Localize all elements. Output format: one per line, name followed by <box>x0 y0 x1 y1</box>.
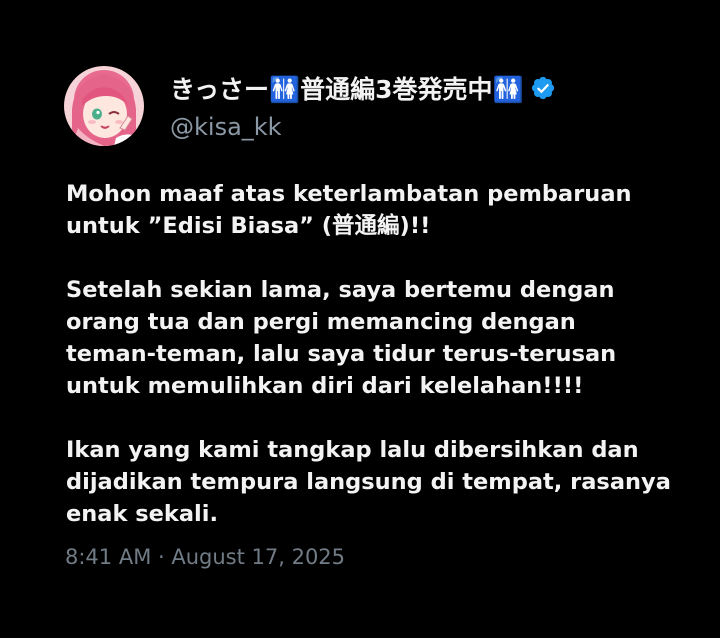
post-timestamp[interactable]: 8:41 AM · August 17, 2025 <box>65 545 345 569</box>
text-line: untuk memulihkan diri dari kelelahan!!!! <box>66 373 584 399</box>
text-line: Ikan yang kami tangkap lalu dibersihkan … <box>66 437 639 463</box>
post-paragraph: Ikan yang kami tangkap lalu dibersihkan … <box>66 434 686 530</box>
avatar[interactable] <box>64 66 144 146</box>
verified-badge-icon <box>530 75 556 101</box>
anime-avatar-image <box>64 66 144 146</box>
post-text: Mohon maaf atas keterlambatan pembaruan … <box>66 178 686 530</box>
text-line: Mohon maaf atas keterlambatan pembaruan <box>66 181 632 207</box>
post-card: きっさー🚻普通編3巻発売中🚻 @kisa_kk Mohon maaf atas … <box>0 0 720 638</box>
post-paragraph: Mohon maaf atas keterlambatan pembaruan … <box>66 178 686 242</box>
display-name[interactable]: きっさー🚻普通編3巻発売中🚻 <box>170 70 524 106</box>
author-handle[interactable]: @kisa_kk <box>170 113 282 141</box>
text-line: untuk ”Edisi Biasa” (普通編)!! <box>66 213 431 239</box>
text-line: teman-teman, lalu saya tidur terus-terus… <box>66 341 617 367</box>
text-line: orang tua dan pergi memancing dengan <box>66 309 576 335</box>
post-paragraph: Setelah sekian lama, saya bertemu dengan… <box>66 274 686 402</box>
text-line: dijadikan tempura langsung di tempat, ra… <box>66 469 671 495</box>
author-name-row[interactable]: きっさー🚻普通編3巻発売中🚻 <box>170 70 556 106</box>
text-line: Setelah sekian lama, saya bertemu dengan <box>66 277 615 303</box>
text-line: enak sekali. <box>66 501 219 527</box>
